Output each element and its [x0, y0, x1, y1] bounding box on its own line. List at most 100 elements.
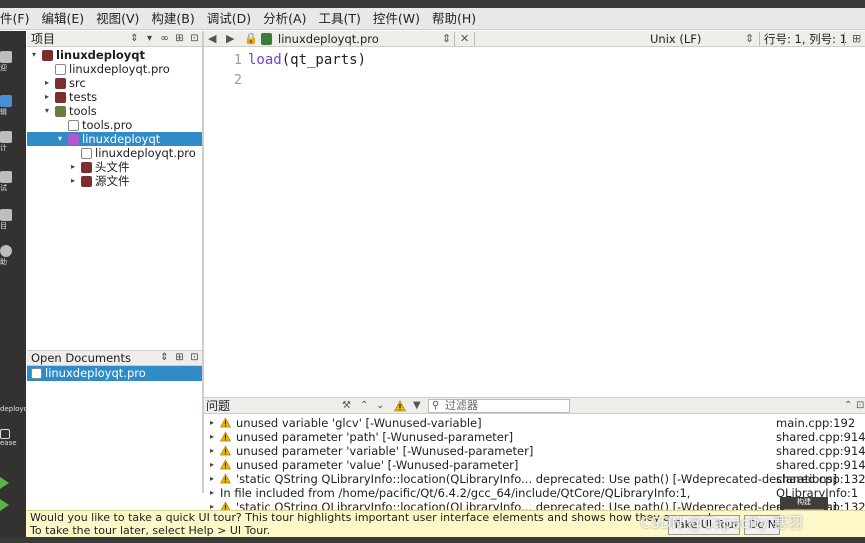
clean-icon[interactable]: ⚒ — [342, 398, 351, 414]
next-issue-icon[interactable]: ⌄ — [376, 398, 384, 414]
run-icon[interactable] — [0, 477, 9, 489]
back-arrow-icon[interactable]: ◀ — [208, 31, 216, 47]
filter-icon[interactable]: ▼ — [413, 398, 421, 414]
expand-arrow-icon[interactable]: ▸ — [207, 472, 217, 486]
mode-1[interactable]: 辑 — [0, 95, 26, 117]
tree-item-label: tests — [69, 90, 98, 104]
tree-item[interactable]: ▸ 头文件 — [27, 160, 202, 174]
search-icon: ⚲ — [432, 400, 440, 411]
line-ending-selector[interactable]: Unix (LF) — [650, 31, 701, 47]
menu-item[interactable]: 件(F) — [0, 8, 35, 30]
expand-arrow-icon[interactable]: ▸ — [207, 444, 217, 458]
issue-location[interactable]: shared.cpp:914 — [776, 444, 865, 458]
close-panel-icon[interactable]: ⊡ — [187, 32, 202, 46]
mode-3[interactable]: 试 — [0, 171, 26, 193]
close-panel-icon[interactable]: ⊡ — [187, 351, 202, 365]
expand-arrow-icon[interactable]: ▾ — [29, 48, 39, 62]
menu-item[interactable]: 编辑(E) — [35, 8, 90, 30]
menu-item[interactable]: 帮助(H) — [426, 8, 482, 30]
warning-icon — [220, 417, 231, 428]
issue-location[interactable]: shared.cpp:914 — [776, 458, 865, 472]
mode-7[interactable]: ease — [0, 429, 26, 447]
tree-item-label: linuxdeployqt.pro — [69, 62, 170, 76]
tree-item-label: 源文件 — [95, 174, 130, 188]
collapse-arrow-icon[interactable]: ▸ — [42, 76, 52, 90]
issue-message: unused parameter 'variable' [-Wunused-pa… — [236, 444, 534, 458]
sort-arrows-icon[interactable]: ⇕ — [157, 351, 172, 365]
split-icon[interactable]: ⊞ — [172, 32, 187, 46]
file-icon — [81, 148, 92, 159]
tree-item[interactable]: linuxdeployqt.pro — [27, 146, 202, 160]
cursor-position[interactable]: 行号: 1, 列号: 1 — [764, 31, 847, 47]
mode-0[interactable]: 迎 — [0, 51, 26, 73]
tree-item[interactable]: ▾ linuxdeployqt — [27, 48, 202, 62]
expand-arrow-icon[interactable]: ▸ — [207, 416, 217, 430]
issue-location[interactable]: main.cpp:192 — [776, 416, 855, 430]
folder-icon — [55, 106, 66, 117]
tree-item[interactable]: ▾ linuxdeployqt — [27, 132, 202, 146]
current-file-selector[interactable]: linuxdeployqt.pro — [278, 31, 379, 47]
issue-row[interactable]: ▸ unused variable 'glcv' [-Wunused-variab… — [204, 416, 865, 430]
mode-5[interactable]: 助 — [0, 245, 26, 267]
expand-arrow-icon[interactable]: ▸ — [207, 458, 217, 472]
code-function: load — [248, 52, 282, 68]
line-number-gutter: 1 2 — [204, 48, 244, 396]
tree-item[interactable]: ▸ src — [27, 76, 202, 90]
sort-arrows-icon[interactable]: ⇕ — [127, 32, 142, 46]
warning-filter-icon[interactable] — [394, 400, 406, 412]
issue-message: unused variable 'glcv' [-Wunused-variabl… — [236, 416, 482, 430]
debug-run-icon[interactable] — [0, 499, 9, 511]
issue-row[interactable]: ▸ 'static QString QLibraryInfo::location(… — [204, 500, 865, 510]
issues-filter-input[interactable]: ⚲ 过滤器 — [428, 399, 570, 413]
code-line[interactable]: load(qt_parts) — [248, 52, 366, 68]
code-editor[interactable]: 1 2 load(qt_parts) — [204, 48, 865, 396]
issue-location[interactable]: shared.cpp:1326 — [776, 472, 865, 486]
forward-arrow-icon[interactable]: ▶ — [226, 31, 234, 47]
close-file-icon[interactable]: ✕ — [460, 31, 469, 47]
mode-6[interactable]: deployqt — [0, 405, 31, 413]
collapse-arrow-icon[interactable]: ▸ — [42, 90, 52, 104]
menu-item[interactable]: 工具(T) — [312, 8, 366, 30]
link-icon[interactable]: ∞ — [157, 32, 172, 46]
tree-item[interactable]: tools.pro — [27, 118, 202, 132]
close-pane-icon[interactable]: ⊡ — [856, 398, 864, 414]
expand-arrow-icon[interactable]: ▸ — [207, 500, 217, 510]
issue-location[interactable]: shared.cpp:914 — [776, 430, 865, 444]
menu-item[interactable]: 控件(W) — [367, 8, 426, 30]
expand-arrow-icon[interactable]: ▸ — [207, 486, 217, 500]
menu-item[interactable]: 构建(B) — [145, 8, 200, 30]
expand-arrow-icon[interactable]: ▸ — [207, 430, 217, 444]
menu-item[interactable]: 调试(D) — [201, 8, 257, 30]
mode-2[interactable]: 计 — [0, 131, 26, 153]
split-editor-icon[interactable]: ⊞ — [852, 31, 861, 47]
issue-row[interactable]: ▸ unused parameter 'path' [-Wunused-param… — [204, 430, 865, 444]
tree-item[interactable]: ▸ tests — [27, 90, 202, 104]
collapse-arrow-icon[interactable]: ▸ — [68, 160, 78, 174]
tree-item[interactable]: ▾ tools — [27, 104, 202, 118]
file-icon — [31, 368, 42, 379]
filter-icon[interactable]: ▾ — [142, 32, 157, 46]
menu-item[interactable]: 分析(A) — [257, 8, 312, 30]
split-icon[interactable]: ⊞ — [172, 351, 187, 365]
collapse-icon[interactable]: ⌃ — [844, 398, 852, 414]
file-dropdown-icon[interactable]: ⇕ — [442, 31, 451, 47]
menu-item[interactable]: 视图(V) — [90, 8, 145, 30]
tree-item-label: linuxdeployqt.pro — [95, 146, 196, 160]
open-document-item[interactable]: linuxdeployqt.pro — [27, 366, 202, 381]
collapse-arrow-icon[interactable]: ▸ — [68, 174, 78, 188]
mode-label: 试 — [0, 184, 7, 192]
prev-issue-icon[interactable]: ⌃ — [360, 398, 368, 414]
open-documents-title: Open Documents — [31, 351, 131, 365]
mode-4[interactable]: 目 — [0, 209, 26, 231]
expand-arrow-icon[interactable]: ▾ — [55, 132, 65, 146]
issue-row[interactable]: ▸ In file included from /home/pacific/Qt/… — [204, 486, 865, 500]
tree-item[interactable]: linuxdeployqt.pro — [27, 62, 202, 76]
issue-row[interactable]: ▸ 'static QString QLibraryInfo::location(… — [204, 472, 865, 486]
issue-row[interactable]: ▸ unused parameter 'variable' [-Wunused-p… — [204, 444, 865, 458]
issue-row[interactable]: ▸ unused parameter 'value' [-Wunused-para… — [204, 458, 865, 472]
edit-icon — [0, 95, 12, 107]
line-ending-dropdown-icon[interactable]: ⇕ — [745, 31, 754, 47]
tree-item[interactable]: ▸ 源文件 — [27, 174, 202, 188]
expand-arrow-icon[interactable]: ▾ — [42, 104, 52, 118]
pro-file-icon — [261, 33, 272, 45]
